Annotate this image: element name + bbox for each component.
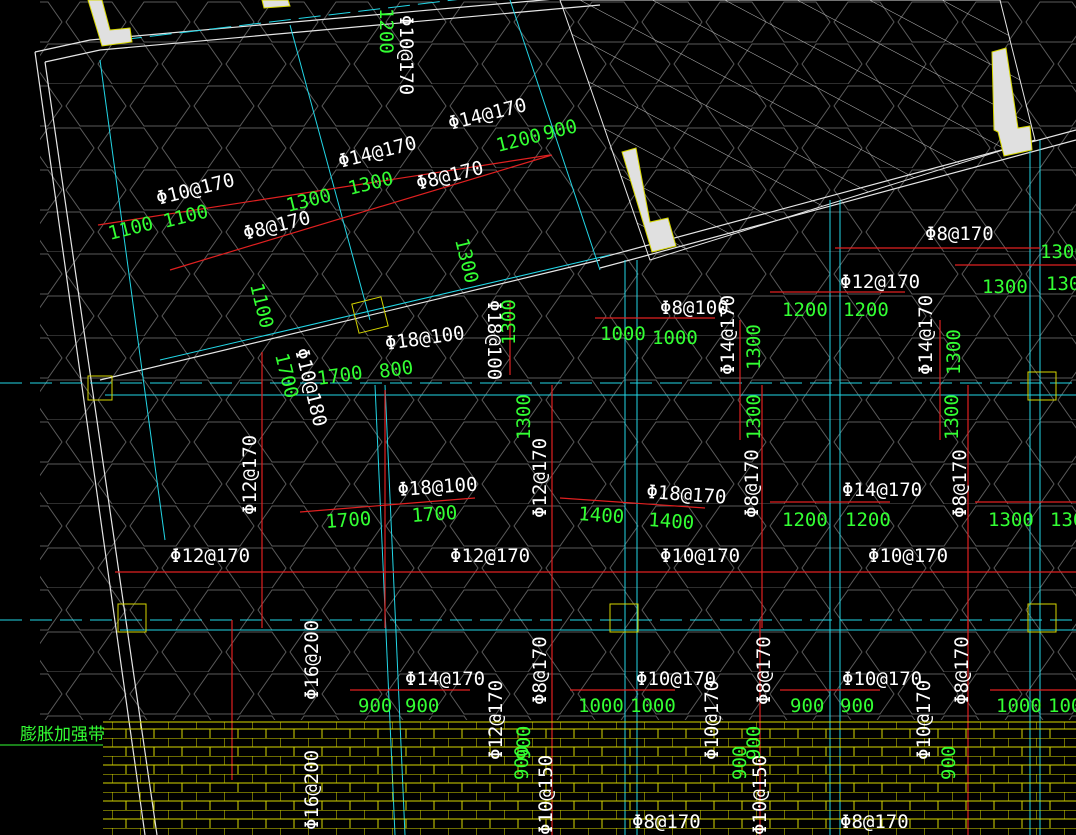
dimension-label: 900 bbox=[790, 695, 824, 717]
rebar-label: Φ8@170 bbox=[951, 636, 973, 705]
dimension-label: 1200 bbox=[782, 299, 828, 321]
dimension-label: 1300 bbox=[1040, 241, 1076, 263]
rebar-label: Φ8@170 bbox=[840, 811, 909, 833]
rebar-label: Φ12@170 bbox=[840, 271, 920, 293]
column-shape bbox=[261, 0, 291, 9]
dimension-label: 1000 bbox=[996, 695, 1042, 717]
dimension-label: 1700 bbox=[411, 502, 458, 527]
dimension-label: 1300 bbox=[941, 394, 963, 440]
dimension-label: 1300 bbox=[498, 299, 520, 345]
dimension-label: 900 bbox=[743, 726, 765, 760]
rebar-label: Φ10@170 bbox=[868, 545, 948, 567]
rebar-label: Φ14@170 bbox=[842, 479, 922, 501]
rebar-label: Φ12@170 bbox=[450, 545, 530, 567]
dimension-label: 900 bbox=[405, 695, 439, 717]
dimension-label: 1300 bbox=[513, 394, 535, 440]
rebar-label: Φ10@170 bbox=[913, 680, 935, 760]
dimension-label: 900 bbox=[938, 746, 960, 780]
dimension-label: 1400 bbox=[648, 509, 695, 534]
rebar-label: Φ14@170 bbox=[915, 295, 937, 375]
dimension-label: 1200 bbox=[782, 509, 828, 531]
dimension-label: 1300 bbox=[943, 329, 965, 375]
note-expansion-band: 膨胀加强带 bbox=[0, 725, 105, 746]
dimension-label: 1400 bbox=[578, 503, 625, 528]
rebar-label: Φ14@170 bbox=[717, 295, 739, 375]
rebar-label: Φ14@170 bbox=[405, 668, 485, 690]
dimension-label: 1200 bbox=[375, 8, 397, 54]
dimension-label: 1300 bbox=[1046, 273, 1076, 295]
rebar-label: Φ8@170 bbox=[949, 449, 971, 518]
rebar-label: Φ8@170 bbox=[753, 636, 775, 705]
dimension-label: 1300 bbox=[982, 276, 1028, 298]
dimension-label: 1000 bbox=[1048, 695, 1076, 717]
rebar-label: Φ10@150 bbox=[535, 755, 557, 835]
rebar-label: Φ16@200 bbox=[301, 620, 323, 700]
dimension-label: 1300 bbox=[743, 324, 765, 370]
rebar-label: Φ10@150 bbox=[749, 755, 771, 835]
rebar-label: Φ10@170 bbox=[395, 15, 417, 95]
rebar-label: Φ8@170 bbox=[925, 223, 994, 245]
dimension-label: 1000 bbox=[652, 327, 698, 349]
note-expansion-band-label: 膨胀加强带 bbox=[20, 725, 105, 745]
dimension-label: 1700 bbox=[325, 508, 372, 533]
rebar-label: Φ10@170 bbox=[842, 668, 922, 690]
dimension-label: 900 bbox=[840, 695, 874, 717]
rebar-label: Φ12@170 bbox=[529, 438, 551, 518]
rebar-label: Φ12@170 bbox=[170, 545, 250, 567]
rebar-label: Φ8@170 bbox=[741, 449, 763, 518]
rebar-label: Φ12@170 bbox=[239, 435, 261, 515]
rebar-label: Φ12@170 bbox=[485, 680, 507, 760]
dimension-label: 1300 bbox=[988, 509, 1034, 531]
dimension-label: 1200 bbox=[843, 299, 889, 321]
dimension-label: 900 bbox=[511, 746, 533, 780]
dimension-label: 900 bbox=[358, 695, 392, 717]
rebar-label: Φ8@170 bbox=[529, 636, 551, 705]
rebar-label: Φ16@200 bbox=[301, 750, 323, 830]
dimension-label: 1200 bbox=[845, 509, 891, 531]
dimension-label: 1000 bbox=[600, 323, 646, 345]
rebar-label: Φ8@170 bbox=[632, 811, 701, 833]
dimension-label: 1000 bbox=[578, 695, 624, 717]
dimension-label: 1000 bbox=[630, 695, 676, 717]
drawing-canvas: 膨胀加强带 Φ10@170 1200 Φ14@170 1200 900 Φ14@… bbox=[0, 0, 1076, 835]
dimension-label: 1300 bbox=[1050, 509, 1076, 531]
dimension-label: 1300 bbox=[743, 394, 765, 440]
rebar-label: Φ10@170 bbox=[701, 680, 723, 760]
rebar-label: Φ10@170 bbox=[660, 545, 740, 567]
